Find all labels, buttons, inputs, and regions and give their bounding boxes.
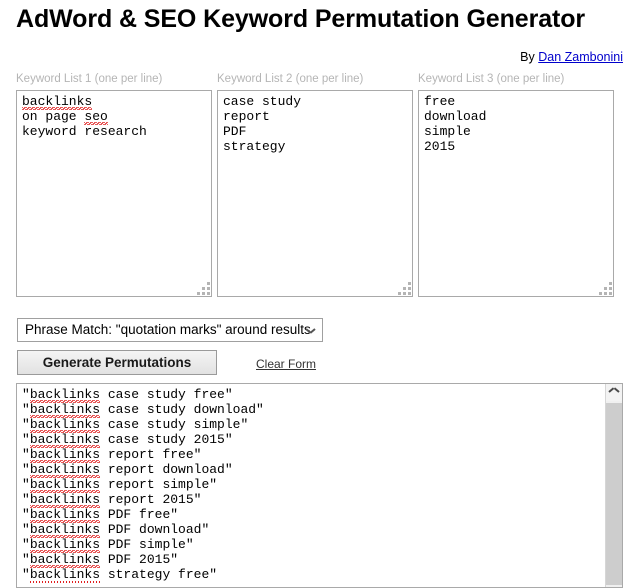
result-line: "backlinks PDF 2015" <box>22 552 178 567</box>
keyword-list-1-column: Keyword List 1 (one per line) backlinkso… <box>16 72 212 297</box>
keyword-lists-row: Keyword List 1 (one per line) backlinkso… <box>0 72 639 302</box>
keyword-list-2-label: Keyword List 2 (one per line) <box>217 72 413 86</box>
keyword-list-1-label: Keyword List 1 (one per line) <box>16 72 212 86</box>
result-line: "backlinks report simple" <box>22 477 217 492</box>
result-line: "backlinks case study 2015" <box>22 432 233 447</box>
result-line: "backlinks strategy free" <box>22 567 217 582</box>
byline-prefix: By <box>520 50 538 64</box>
result-line: "backlinks PDF free" <box>22 507 178 522</box>
keyword-list-1-wrapper: backlinkson page seokeyword research <box>16 90 212 297</box>
match-type-selected-value: Phrase Match: "quotation marks" around r… <box>25 322 311 337</box>
results-textarea[interactable]: "backlinks case study free""backlinks ca… <box>17 384 607 587</box>
keyword-list-3-column: Keyword List 3 (one per line) free downl… <box>418 72 614 297</box>
results-area-wrapper: "backlinks case study free""backlinks ca… <box>16 383 623 588</box>
generate-permutations-button[interactable]: Generate Permutations <box>17 350 217 375</box>
result-line: "backlinks case study download" <box>22 402 264 417</box>
result-line: "backlinks report download" <box>22 462 233 477</box>
result-line: "backlinks report 2015" <box>22 492 201 507</box>
keyword-list-2-column: Keyword List 2 (one per line) case study… <box>217 72 413 297</box>
result-line: "backlinks case study simple" <box>22 417 248 432</box>
chevron-down-icon <box>306 328 315 333</box>
result-line: "backlinks PDF simple" <box>22 537 194 552</box>
page-title: AdWord & SEO Keyword Permutation Generat… <box>16 4 585 34</box>
results-scrollbar[interactable] <box>605 384 622 587</box>
scrollbar-thumb[interactable] <box>606 403 622 585</box>
author-link[interactable]: Dan Zambonini <box>538 50 623 64</box>
keyword-list-2-wrapper: case study report PDF strategy <box>217 90 413 297</box>
keyword-list-3-wrapper: free download simple 2015 <box>418 90 614 297</box>
keyword-list-3-input[interactable]: free download simple 2015 <box>418 90 614 297</box>
result-line: "backlinks report free" <box>22 447 201 462</box>
scroll-up-button[interactable] <box>606 384 622 401</box>
byline: By Dan Zambonini <box>520 50 623 65</box>
chevron-up-icon <box>609 391 619 396</box>
page-root: AdWord & SEO Keyword Permutation Generat… <box>0 0 639 584</box>
keyword-list-3-label: Keyword List 3 (one per line) <box>418 72 614 86</box>
result-line: "backlinks PDF download" <box>22 522 209 537</box>
keyword-list-2-input[interactable]: case study report PDF strategy <box>217 90 413 297</box>
keyword-list-1-input[interactable]: backlinkson page seokeyword research <box>16 90 212 297</box>
match-type-select[interactable]: Phrase Match: "quotation marks" around r… <box>17 318 323 342</box>
result-line: "backlinks case study free" <box>22 387 233 402</box>
clear-form-link[interactable]: Clear Form <box>256 357 316 371</box>
